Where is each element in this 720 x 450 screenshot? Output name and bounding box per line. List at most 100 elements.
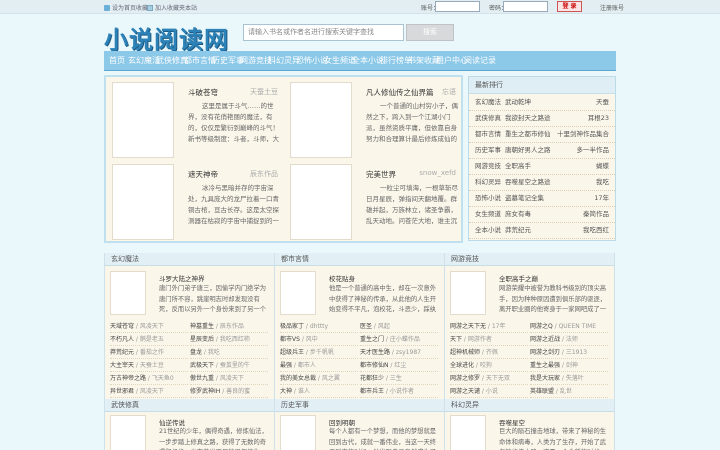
book-author[interactable]: 忘语	[442, 87, 456, 97]
list-item-title[interactable]: 盘龙	[190, 349, 202, 356]
list-item[interactable]: 都市修仙N / 红尘	[360, 360, 438, 372]
featured-card[interactable]: 斗破苍穹 天蚕土豆 这里是属于斗气……的世界，没有花俏艳丽的魔法，有的，仅仅是繁…	[108, 79, 284, 159]
list-item-title[interactable]: 网游之剑刃	[530, 349, 560, 356]
book-title[interactable]: 仙逆传说	[159, 417, 185, 427]
book-cover[interactable]	[110, 415, 146, 450]
book-author[interactable]: 天蚕土豆	[250, 87, 278, 97]
search-button[interactable]: 搜索	[406, 24, 454, 41]
list-item[interactable]: 最强 / 都市人	[280, 360, 358, 372]
list-item-author[interactable]: 红尘	[394, 362, 406, 369]
list-item-title[interactable]: 重生之门	[360, 336, 384, 343]
book-cover[interactable]	[112, 164, 174, 240]
list-item-author[interactable]: 飞天鱼0	[152, 375, 174, 382]
list-item[interactable]: 超级兵王 / 步千帆帆	[280, 347, 358, 359]
book-cover[interactable]	[112, 82, 174, 158]
list-item-title[interactable]: 英雄联盟	[530, 388, 554, 395]
list-item-author[interactable]: 咬狗	[480, 362, 492, 369]
set-home-link[interactable]: 设为首页收藏	[104, 3, 148, 12]
add-favorite-link[interactable]: 加入收藏夹本站	[147, 3, 197, 12]
list-item[interactable]: 网游之修罗 / 天下无双	[450, 373, 528, 385]
list-item-title[interactable]: 神墓重生	[190, 323, 214, 330]
list-item-author[interactable]: 风凌天下	[220, 375, 244, 382]
column-header[interactable]: 网游竞技	[445, 253, 614, 266]
list-item-author[interactable]: 剑神	[566, 362, 578, 369]
list-item[interactable]: 万古神帝之路 / 飞天鱼0	[110, 373, 188, 385]
list-item-author[interactable]: 小说	[486, 388, 498, 395]
list-item[interactable]: 超神机械师 / 齐佩	[450, 347, 528, 359]
list-item-title[interactable]: 网游之近战	[530, 336, 560, 343]
list-item-author[interactable]: 法师	[566, 336, 578, 343]
list-item[interactable]: 不朽凡人 / 鹅是老五	[110, 334, 188, 346]
book-cover[interactable]	[280, 271, 316, 315]
list-item-author[interactable]: 小说作者	[390, 388, 414, 395]
column-header[interactable]: 武侠修真	[105, 399, 274, 412]
list-item-title[interactable]: 武极天下	[190, 362, 214, 369]
book-cover[interactable]	[290, 164, 352, 240]
list-item[interactable]: 大神 / 谁人	[280, 386, 358, 398]
list-item-title[interactable]: 修罗武神IH	[190, 388, 220, 395]
list-item-title[interactable]: 都市兵王	[360, 388, 384, 395]
list-item-title[interactable]: 都市VS	[280, 336, 300, 343]
list-item[interactable]: 星辰变后 / 我吃西红柿	[190, 334, 268, 346]
list-item-author[interactable]: 善良的蜜	[226, 388, 250, 395]
list-item[interactable]: 重生之最强 / 剑神	[530, 360, 608, 372]
list-item-title[interactable]: 全球进化	[450, 362, 474, 369]
list-item-title[interactable]: 重生之最强	[530, 362, 560, 369]
list-item-author[interactable]: 庄小蝶作品	[390, 336, 420, 343]
list-item-author[interactable]: 失落叶	[566, 375, 584, 382]
list-item[interactable]: 英雄联盟 / 乱世	[530, 386, 608, 398]
list-item-title[interactable]: 我是大玩家	[530, 375, 560, 382]
list-item[interactable]: 大主宰天 / 天蚕土豆	[110, 360, 188, 372]
list-item-title[interactable]: 不朽凡人	[110, 336, 134, 343]
list-item-author[interactable]: 我吃西红柿	[220, 336, 250, 343]
list-item[interactable]: 花都狂少 / 三生	[360, 373, 438, 385]
list-item-author[interactable]: 风之翼	[322, 375, 340, 382]
featured-card[interactable]: 遮天神帝 辰东作品 冰冷与黑暗并存的宇宙深处，九具庞大的龙尸拉着一口青铜古棺，亘…	[108, 161, 284, 241]
list-item-title[interactable]: 网游之天下无	[450, 323, 486, 330]
list-item-author[interactable]: 齐佩	[486, 349, 498, 356]
ranking-row[interactable]: 武侠修真 我欲封天之路途 耳根23	[469, 111, 615, 127]
list-item-title[interactable]: 异世邪君	[110, 388, 134, 395]
list-item[interactable]: 网游之天谴 / 小说	[450, 386, 528, 398]
ranking-row[interactable]: 历史军事 唐朝好男人之路 多一半作品	[469, 143, 615, 159]
list-item[interactable]: 网游之近战 / 法师	[530, 334, 608, 346]
username-input[interactable]	[435, 1, 480, 12]
ranking-row[interactable]: 全本小说 莽荒纪元 我吃西红	[469, 223, 615, 239]
list-item-title[interactable]: 超级兵王	[280, 349, 304, 356]
list-item-author[interactable]: 网游作者	[468, 336, 492, 343]
list-item-author[interactable]: 鹅是老五	[140, 336, 164, 343]
list-item[interactable]: 网游之Q / QUEEN TIME	[530, 321, 608, 333]
list-item-author[interactable]: 番茄之作	[140, 349, 164, 356]
list-item[interactable]: 傲世九重 / 风凌天下	[190, 373, 268, 385]
list-item-title[interactable]: 傲世九重	[190, 375, 214, 382]
book-author[interactable]: snow_xefd	[419, 169, 456, 177]
list-item-title[interactable]: 万古神帝之路	[110, 375, 146, 382]
password-input[interactable]	[503, 1, 548, 12]
list-item-author[interactable]: 我吃	[208, 349, 220, 356]
list-item[interactable]: 修罗武神IH / 善良的蜜	[190, 386, 268, 398]
list-item-title[interactable]: 网游之天谴	[450, 388, 480, 395]
list-item-title[interactable]: 天才医生路	[360, 349, 390, 356]
list-item[interactable]: 都市兵王 / 小说作者	[360, 386, 438, 398]
list-item-author[interactable]: 三1913	[566, 349, 587, 356]
book-cover[interactable]	[110, 271, 146, 315]
list-item-author[interactable]: dhttty	[310, 323, 328, 330]
nav-item[interactable]: 阅读记录	[464, 51, 496, 71]
list-item-author[interactable]: 蚕茧里的牛	[220, 362, 250, 369]
book-cover[interactable]	[280, 415, 316, 450]
list-item-author[interactable]: 都市人	[298, 362, 316, 369]
ranking-row[interactable]: 都市言情 重生之都市修仙 十里剑神作品集合	[469, 127, 615, 143]
ranking-row[interactable]: 玄幻魔法 武动乾坤 天蚕	[469, 95, 615, 111]
list-item[interactable]: 异世邪君 / 风凌天下	[110, 386, 188, 398]
column-header[interactable]: 都市言情	[275, 253, 444, 266]
list-item[interactable]: 重生之门 / 庄小蝶作品	[360, 334, 438, 346]
list-item-title[interactable]: 医圣	[360, 323, 372, 330]
list-item[interactable]: 天域苍穹 / 风凌天下	[110, 321, 188, 333]
list-item-author[interactable]: 天下无双	[486, 375, 510, 382]
list-item-author[interactable]: 风凌天下	[140, 323, 164, 330]
list-item-author[interactable]: 三生	[390, 375, 402, 382]
list-item[interactable]: 神墓重生 / 辰东作品	[190, 321, 268, 333]
list-item-title[interactable]: 大神	[280, 388, 292, 395]
ranking-row[interactable]: 网游竞技 全职高手 蝴蝶	[469, 159, 615, 175]
list-item-title[interactable]: 网游之Q	[530, 323, 553, 330]
